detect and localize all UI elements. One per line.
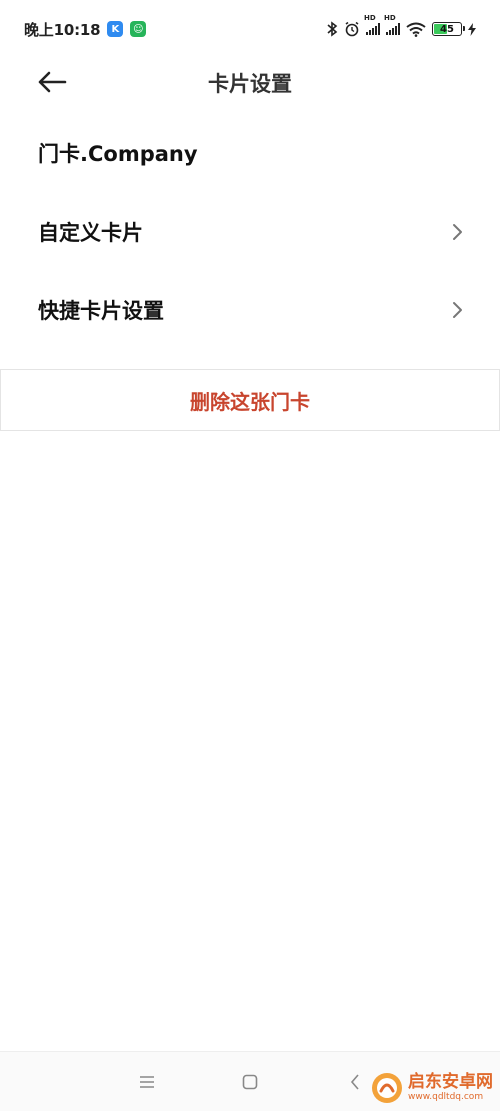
watermark-name: 启东安卓网: [408, 1072, 493, 1092]
delete-card-button[interactable]: 删除这张门卡: [0, 369, 500, 431]
home-square-icon[interactable]: [238, 1070, 262, 1094]
wifi-icon: [406, 22, 426, 37]
menu-icon[interactable]: [135, 1070, 159, 1094]
alarm-icon: [345, 21, 359, 37]
status-right: HD HD 45: [326, 14, 476, 37]
customize-card-label: 自定义卡片: [38, 221, 143, 245]
battery-level: 45: [440, 23, 454, 35]
app-header: 卡片设置: [0, 58, 500, 106]
status-time: 晚上10:18: [24, 20, 101, 39]
watermark: 启东安卓网 www.qdltdq.com: [370, 1070, 493, 1106]
customize-card-item[interactable]: 自定义卡片: [0, 197, 500, 267]
signal-1-icon: HD: [364, 14, 380, 35]
page-title: 卡片设置: [208, 72, 292, 96]
k-app-icon: K: [107, 21, 124, 37]
chat-app-icon: ☺: [130, 21, 147, 37]
signal-2-icon: HD: [384, 14, 400, 35]
watermark-logo-icon: [372, 1073, 402, 1103]
battery-icon: 45: [432, 22, 465, 36]
card-name-row: 门卡.Company: [0, 118, 500, 188]
back-chevron-icon[interactable]: [343, 1070, 367, 1094]
chevron-right-icon: [450, 223, 464, 241]
quick-card-settings-item[interactable]: 快捷卡片设置: [0, 275, 500, 345]
bluetooth-icon: [327, 21, 338, 37]
status-left: 晚上10:18 K ☺: [24, 19, 147, 40]
watermark-text: 启东安卓网 www.qdltdq.com: [408, 1074, 493, 1102]
card-settings-screen: 晚上10:18 K ☺ HD HD 45 卡片设置 门卡.Company 自定义…: [0, 0, 500, 1111]
chevron-right-icon: [450, 301, 464, 319]
delete-card-label: 删除这张门卡: [190, 389, 310, 414]
status-bar: 晚上10:18 K ☺ HD HD 45: [0, 0, 500, 58]
charging-bolt-icon: [468, 22, 476, 36]
watermark-url: www.qdltdq.com: [408, 1092, 484, 1102]
card-name: 门卡.Company: [38, 142, 198, 166]
quick-card-settings-label: 快捷卡片设置: [38, 299, 164, 323]
